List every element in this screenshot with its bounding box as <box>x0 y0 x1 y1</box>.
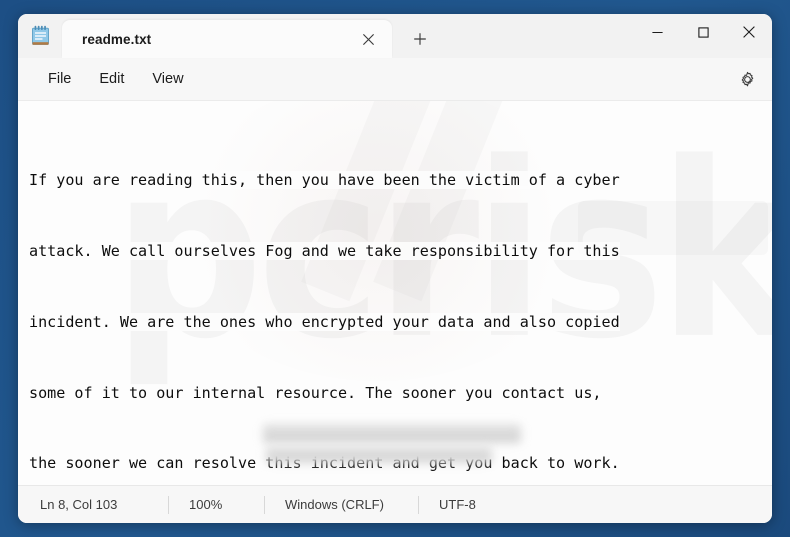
menu-bar: File Edit View <box>18 58 772 101</box>
status-line-endings[interactable]: Windows (CRLF) <box>264 495 418 514</box>
status-encoding[interactable]: UTF-8 <box>418 495 508 514</box>
menu-item-view[interactable]: View <box>138 65 197 93</box>
tab-close-icon[interactable] <box>354 25 382 53</box>
redacted-link-block <box>263 424 521 443</box>
gear-icon[interactable] <box>730 64 764 94</box>
tab-readme-txt[interactable]: readme.txt <box>62 20 392 58</box>
text-line-content: some of it to our internal resource. The… <box>29 383 602 402</box>
status-bar: Ln 8, Col 103 100% Windows (CRLF) UTF-8 <box>18 485 772 523</box>
text-line: some of it to our internal resource. The… <box>29 382 772 406</box>
text-line: incident. We are the ones who encrypted … <box>29 311 772 335</box>
redacted-code-block <box>266 446 492 463</box>
close-window-button[interactable] <box>726 14 772 50</box>
text-line-content: If you are reading this, then you have b… <box>29 171 620 190</box>
menu-item-file[interactable]: File <box>34 65 85 93</box>
tab-strip: readme.txt <box>62 14 634 58</box>
notepad-window: readme.txt File Edit View pcris If you a… <box>18 14 772 523</box>
text-line-content: attack. We call ourselves Fog and we tak… <box>29 241 620 260</box>
maximize-button[interactable] <box>680 14 726 50</box>
text-line: attack. We call ourselves Fog and we tak… <box>29 240 772 264</box>
menu-item-edit[interactable]: Edit <box>85 65 138 93</box>
text-line: If you are reading this, then you have b… <box>29 169 772 193</box>
status-zoom-level[interactable]: 100% <box>168 495 264 514</box>
minimize-button[interactable] <box>634 14 680 50</box>
notepad-icon <box>18 14 62 58</box>
new-tab-button[interactable] <box>406 25 434 53</box>
text-line-content: incident. We are the ones who encrypted … <box>29 312 620 331</box>
title-bar: readme.txt <box>18 14 772 58</box>
window-controls <box>634 14 772 58</box>
tab-label: readme.txt <box>82 31 152 47</box>
status-line-column[interactable]: Ln 8, Col 103 <box>18 496 168 514</box>
text-editor-area[interactable]: pcrisk.com If you are reading this, then… <box>18 101 772 485</box>
